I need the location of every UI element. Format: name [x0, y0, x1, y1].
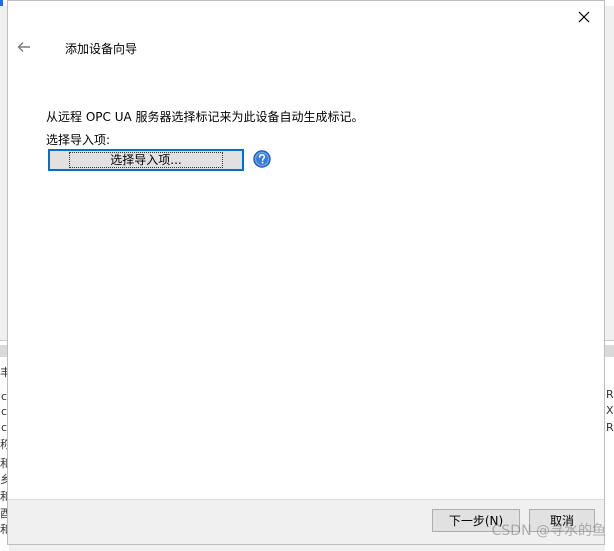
close-icon	[578, 11, 590, 23]
import-items-label: 选择导入项:	[46, 133, 111, 147]
background-accent-strip	[0, 0, 3, 6]
dialog-footer: 下一步(N) 取消	[8, 499, 604, 544]
arrow-left-icon	[17, 42, 30, 52]
background-header-strip	[605, 345, 614, 357]
help-icon[interactable]	[253, 150, 271, 168]
close-button[interactable]	[574, 7, 594, 27]
cancel-button[interactable]: 取消	[529, 509, 595, 532]
background-text-fragment: R	[606, 388, 614, 401]
next-button[interactable]: 下一步(N)	[432, 509, 520, 532]
back-button[interactable]	[14, 38, 34, 56]
background-text-fragment: X	[606, 404, 614, 417]
select-import-items-button[interactable]: 选择导入项...	[48, 149, 244, 171]
select-import-items-label: 选择导入项...	[69, 152, 223, 168]
description-text: 从远程 OPC UA 服务器选择标记来为此设备自动生成标记。	[46, 110, 364, 124]
dialog-title: 添加设备向导	[65, 42, 138, 56]
background-text-fragment: R	[606, 421, 614, 434]
add-device-wizard-dialog: 添加设备向导 从远程 OPC UA 服务器选择标记来为此设备自动生成标记。 选择…	[7, 0, 605, 545]
background-window-right: R X R	[605, 340, 614, 551]
